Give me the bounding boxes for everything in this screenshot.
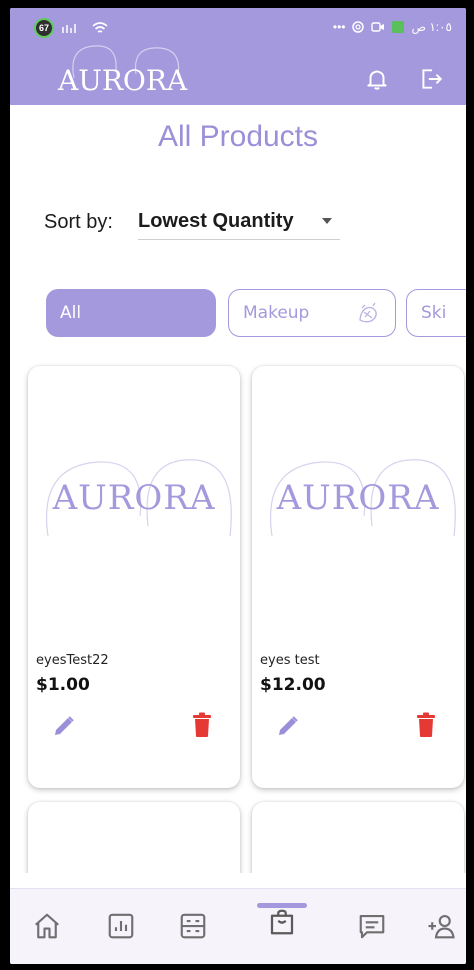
product-grid[interactable]: AURORA eyesTest22 $1.00 AURORA eyes test… [10, 358, 466, 873]
makeup-icon [359, 302, 377, 323]
page-title: All Products [157, 120, 319, 153]
edit-icon[interactable] [52, 714, 76, 738]
delete-icon[interactable] [414, 712, 438, 738]
app-header: 67 ••• ١:٠٥ ص AURORA [10, 8, 466, 105]
edit-icon[interactable] [276, 714, 300, 738]
filter-chip-label: All [60, 303, 82, 323]
filter-chip-skin[interactable]: Ski [406, 289, 466, 337]
product-name: eyes test [260, 653, 320, 668]
product-price: $12.00 [260, 675, 326, 695]
sort-label: Sort by: [44, 211, 113, 233]
filter-chip-all[interactable]: All [46, 289, 216, 337]
logout-icon[interactable] [418, 66, 444, 92]
filter-chip-label: Makeup [243, 303, 310, 323]
status-right: ••• ١:٠٥ ص [333, 20, 452, 34]
product-image-logo: AURORA [52, 478, 216, 518]
product-name: eyesTest22 [36, 653, 109, 668]
status-dots: ••• [332, 20, 346, 34]
analytics-icon[interactable] [106, 911, 136, 941]
filter-chip-makeup[interactable]: Makeup [228, 289, 396, 337]
chat-icon[interactable] [357, 911, 387, 941]
home-icon[interactable] [32, 911, 62, 941]
video-icon [371, 22, 385, 32]
status-time: ١:٠٥ ص [411, 20, 452, 34]
product-card[interactable]: AURORA eyesTest22 $1.00 [28, 366, 240, 788]
sort-selected-value: Lowest Quantity [138, 210, 294, 232]
bottom-navigation [10, 888, 466, 964]
app-screen: 67 ••• ١:٠٥ ص AURORA All Products Sort b… [10, 8, 466, 964]
add-user-icon[interactable] [426, 911, 456, 941]
app-notification-icon [392, 21, 405, 33]
product-card[interactable] [252, 802, 464, 873]
signal-icon [62, 24, 76, 33]
product-image-logo: AURORA [276, 478, 440, 518]
product-price: $1.00 [36, 675, 90, 695]
wifi-icon [92, 22, 108, 33]
battery-badge: 67 [34, 18, 54, 38]
filter-chip-label: Ski [421, 303, 447, 323]
shopping-bag-icon[interactable] [267, 907, 297, 937]
product-card[interactable] [28, 802, 240, 873]
status-left: 67 [34, 18, 108, 38]
delete-icon[interactable] [190, 712, 214, 738]
chevron-down-icon [322, 218, 332, 224]
dashboard-icon[interactable] [178, 911, 208, 941]
bell-icon[interactable] [364, 66, 390, 92]
sort-dropdown[interactable]: Lowest Quantity [138, 204, 340, 240]
product-card[interactable]: AURORA eyes test $12.00 [252, 366, 464, 788]
threads-icon [352, 21, 365, 33]
app-logo: AURORA [58, 64, 188, 97]
